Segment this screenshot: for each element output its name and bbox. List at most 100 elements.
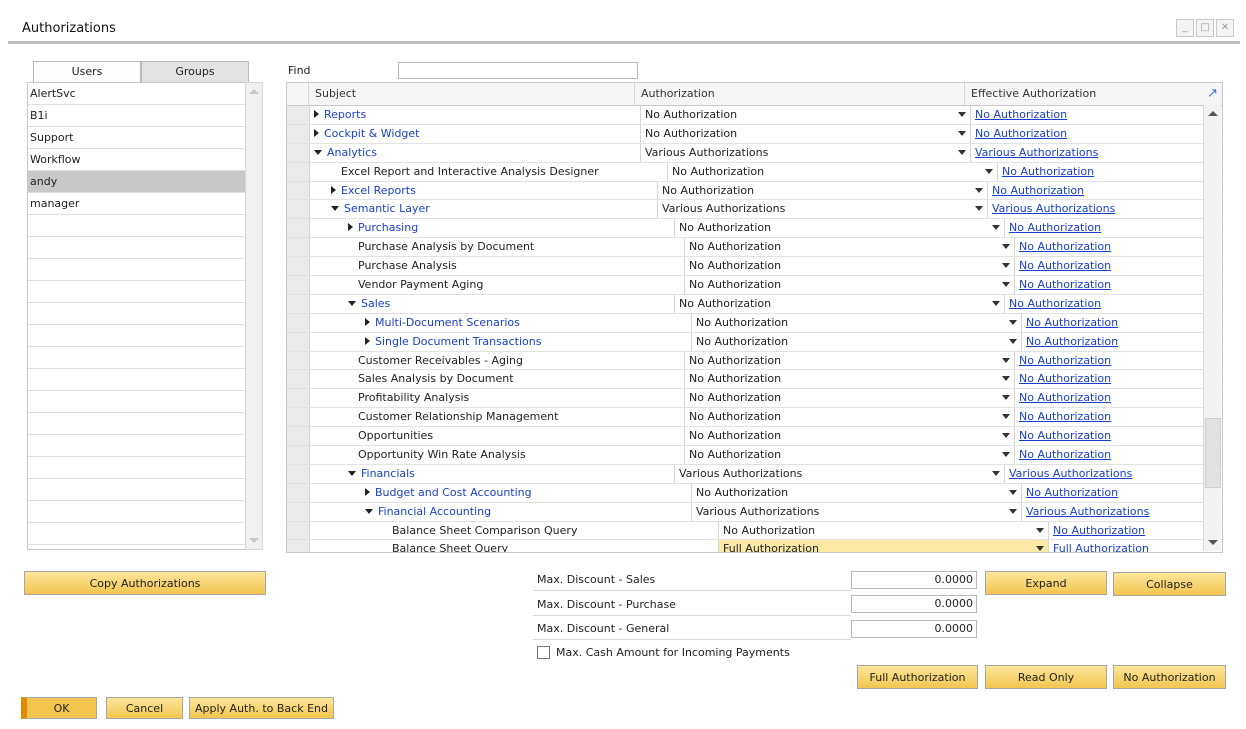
user-list-item[interactable]: AlertSvc — [28, 83, 245, 105]
dropdown-arrow-icon[interactable] — [1009, 508, 1017, 514]
scroll-up-icon[interactable] — [1208, 111, 1218, 116]
dropdown-arrow-icon[interactable] — [1002, 452, 1010, 458]
row-number-cell[interactable] — [287, 200, 310, 219]
effective-authorization-link[interactable]: No Authorization — [1022, 484, 1222, 502]
user-list-item[interactable] — [28, 325, 245, 347]
dropdown-arrow-icon[interactable] — [958, 112, 966, 117]
dropdown-arrow-icon[interactable] — [992, 300, 1000, 306]
table-row[interactable]: Reports No Authorization No Authorization — [287, 106, 1222, 125]
dropdown-arrow-icon[interactable] — [958, 149, 966, 155]
table-row[interactable]: Opportunities No Authorization No Authoriz… — [287, 427, 1222, 447]
read-only-button[interactable]: Read Only — [985, 665, 1107, 689]
user-list-item[interactable]: B1i — [28, 105, 245, 127]
tab-users[interactable]: Users — [33, 61, 141, 83]
subject-label[interactable]: Financial Accounting — [378, 505, 491, 518]
effective-authorization-link[interactable]: No Authorization — [1022, 314, 1222, 332]
user-list-item[interactable]: andy — [28, 171, 245, 193]
copy-authorizations-button[interactable]: Copy Authorizations — [24, 571, 266, 595]
authorization-dropdown[interactable]: Various Authorizations — [675, 464, 1005, 483]
table-row[interactable]: Profitability Analysis No Authorization No… — [287, 389, 1222, 409]
find-input[interactable] — [398, 62, 638, 79]
user-list-item[interactable] — [28, 237, 245, 259]
user-list-item[interactable] — [28, 281, 245, 303]
table-row[interactable]: Balance Sheet Query Full Authorization Ful… — [287, 540, 1222, 552]
scroll-thumb[interactable] — [1205, 418, 1221, 488]
expanded-triangle-icon[interactable] — [314, 149, 322, 155]
user-list-item[interactable]: Workflow — [28, 149, 245, 171]
authorization-dropdown[interactable]: Full Authorization — [719, 540, 1049, 552]
authorization-dropdown[interactable]: No Authorization — [685, 257, 1015, 276]
subject-label[interactable]: Financials — [361, 467, 415, 480]
row-number-cell[interactable] — [287, 446, 310, 464]
authorization-dropdown[interactable]: No Authorization — [692, 483, 1022, 502]
authorization-dropdown[interactable]: Various Authorizations — [692, 502, 1022, 521]
row-number-cell[interactable] — [287, 370, 310, 389]
row-number-cell[interactable] — [287, 483, 310, 502]
user-list-item[interactable] — [28, 391, 245, 413]
expanded-triangle-icon[interactable] — [331, 206, 339, 212]
row-number-cell[interactable] — [287, 427, 310, 446]
table-row[interactable]: Purchase Analysis by Document No Authoriz… — [287, 238, 1222, 258]
dropdown-arrow-icon[interactable] — [1036, 546, 1044, 552]
authorization-dropdown[interactable]: No Authorization — [685, 276, 1015, 294]
dropdown-arrow-icon[interactable] — [1002, 376, 1010, 382]
subject-label[interactable]: Budget and Cost Accounting — [375, 486, 532, 499]
user-list-item[interactable] — [28, 523, 245, 545]
authorization-dropdown[interactable]: No Authorization — [685, 238, 1015, 257]
effective-authorization-link[interactable]: Full Authorization — [1049, 540, 1222, 552]
effective-authorization-link[interactable]: No Authorization — [1015, 352, 1222, 370]
row-number-cell[interactable] — [287, 332, 310, 351]
authorization-dropdown[interactable]: No Authorization — [685, 370, 1015, 389]
authorization-dropdown[interactable]: No Authorization — [719, 521, 1049, 540]
user-list-item[interactable] — [28, 259, 245, 281]
dropdown-arrow-icon[interactable] — [985, 168, 993, 174]
user-list-item[interactable]: manager — [28, 193, 245, 215]
user-list-item[interactable] — [28, 435, 245, 457]
dropdown-arrow-icon[interactable] — [958, 130, 966, 136]
user-list-item[interactable] — [28, 413, 245, 435]
subject-label[interactable]: Analytics — [327, 146, 377, 159]
table-row[interactable]: Excel Reports No Authorization No Authoriz… — [287, 181, 1222, 201]
cancel-button[interactable]: Cancel — [106, 697, 183, 719]
collapsed-triangle-icon[interactable] — [365, 487, 370, 496]
discount-purchase-input[interactable]: 0.0000 — [851, 595, 977, 613]
no-authorization-button[interactable]: No Authorization — [1113, 665, 1226, 689]
table-row[interactable]: Balance Sheet Comparison Query No Authori… — [287, 521, 1222, 541]
subject-header[interactable]: Subject — [309, 83, 635, 105]
collapsed-triangle-icon[interactable] — [365, 317, 370, 326]
row-number-cell[interactable] — [287, 257, 310, 276]
row-number-cell[interactable] — [287, 294, 310, 313]
effective-authorization-link[interactable]: No Authorization — [988, 182, 1222, 200]
row-number-cell[interactable] — [287, 143, 310, 162]
row-number-cell[interactable] — [287, 408, 310, 427]
dropdown-arrow-icon[interactable] — [1002, 414, 1010, 420]
effective-authorization-link[interactable]: No Authorization — [998, 163, 1222, 181]
effective-authorization-link[interactable]: No Authorization — [971, 106, 1222, 124]
subject-label[interactable]: Sales — [361, 297, 390, 310]
scroll-up-icon[interactable] — [249, 89, 259, 94]
table-row[interactable]: Financial Accounting Various Authorizatio… — [287, 502, 1222, 522]
dropdown-arrow-icon[interactable] — [1002, 357, 1010, 363]
dropdown-arrow-icon[interactable] — [1009, 338, 1017, 344]
row-number-cell[interactable] — [287, 351, 310, 370]
table-row[interactable]: Semantic Layer Various Authorizations Vari… — [287, 200, 1222, 220]
collapsed-triangle-icon[interactable] — [314, 128, 319, 137]
expanded-triangle-icon[interactable] — [348, 470, 356, 476]
effective-authorization-link[interactable]: Various Authorizations — [1005, 465, 1222, 483]
apply-auth-button[interactable]: Apply Auth. to Back End — [189, 697, 334, 719]
table-row[interactable]: Budget and Cost Accounting No Authorizati… — [287, 483, 1222, 503]
discount-sales-input[interactable]: 0.0000 — [851, 571, 977, 589]
row-number-cell[interactable] — [287, 162, 310, 181]
authorization-dropdown[interactable]: No Authorization — [685, 427, 1015, 446]
subject-label[interactable]: Excel Reports — [341, 184, 416, 197]
dropdown-arrow-icon[interactable] — [975, 187, 983, 193]
subject-label[interactable]: Reports — [324, 108, 366, 121]
user-list-item[interactable] — [28, 479, 245, 501]
dropdown-arrow-icon[interactable] — [1002, 282, 1010, 288]
table-row[interactable]: Opportunity Win Rate Analysis No Authoriz… — [287, 446, 1222, 465]
authorization-dropdown[interactable]: No Authorization — [685, 351, 1015, 370]
table-row[interactable]: Single Document Transactions No Authoriza… — [287, 332, 1222, 352]
dropdown-arrow-icon[interactable] — [1009, 489, 1017, 495]
effective-authorization-link[interactable]: No Authorization — [1005, 295, 1222, 313]
effective-authorization-link[interactable]: Various Authorizations — [988, 200, 1222, 218]
